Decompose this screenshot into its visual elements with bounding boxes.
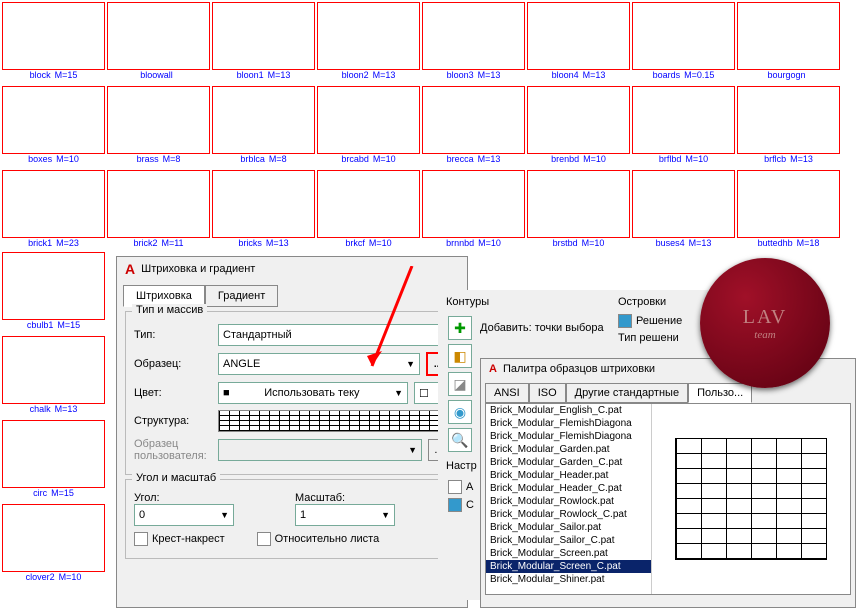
pattern-swatch[interactable]: chalkM=13 <box>2 336 105 418</box>
pattern-swatch[interactable]: brnnbdM=10 <box>422 170 525 252</box>
pattern-palette-dialog: A Палитра образцов штриховки ANSI ISO Др… <box>480 358 856 608</box>
pattern-swatch[interactable]: brkcfM=10 <box>317 170 420 252</box>
pattern-swatch[interactable]: brick1M=23 <box>2 170 105 252</box>
user-pattern-combo: ▼ <box>218 439 422 461</box>
add-pick-points-button[interactable]: ✚ <box>448 316 472 340</box>
list-item[interactable]: Brick_Modular_Sailor.pat <box>486 521 651 534</box>
pattern-swatch[interactable]: brflbdM=10 <box>632 86 735 168</box>
group-type: Тип и массив <box>132 304 207 316</box>
scale-input[interactable]: 1▼ <box>295 504 395 526</box>
color-label: Цвет: <box>134 387 212 399</box>
pattern-swatch[interactable]: breccaM=13 <box>422 86 525 168</box>
list-item[interactable]: Brick_Modular_Header_C.pat <box>486 482 651 495</box>
app-icon: A <box>125 261 135 277</box>
user-pattern-label: Образец пользователя: <box>134 438 212 462</box>
view-selection-button[interactable]: 🔍 <box>448 428 472 452</box>
type-combo[interactable]: Стандартный▼ <box>218 324 450 346</box>
tab-ansi[interactable]: ANSI <box>485 383 529 403</box>
list-item[interactable]: Brick_Modular_Header.pat <box>486 469 651 482</box>
list-item[interactable]: Brick_Modular_Rowlock_C.pat <box>486 508 651 521</box>
pattern-swatch[interactable]: brblcaM=8 <box>212 86 315 168</box>
pattern-swatch[interactable]: circM=15 <box>2 420 105 502</box>
angle-label: Угол: <box>134 492 289 504</box>
list-item[interactable]: Brick_Modular_Shiner.pat <box>486 573 651 586</box>
add-pick-points-label: Добавить: точки выбора <box>480 322 604 334</box>
tab-custom[interactable]: Пользо... <box>688 383 752 403</box>
list-item[interactable]: Brick_Modular_FlemishDiagona <box>486 430 651 443</box>
pattern-combo[interactable]: ANGLE▼ <box>218 353 420 375</box>
pattern-swatch[interactable]: brstbdM=10 <box>527 170 630 252</box>
pattern-swatch[interactable]: blockM=15 <box>2 2 105 84</box>
pattern-swatch[interactable]: clover2M=10 <box>2 504 105 586</box>
hatch-dialog: A Штриховка и градиент Штриховка Градиен… <box>116 256 468 608</box>
dialog-title: Штриховка и градиент <box>141 263 255 275</box>
add-select-button[interactable]: ◧ <box>448 344 472 368</box>
pattern-swatch[interactable]: cbulb1M=15 <box>2 252 105 334</box>
palette-title: Палитра образцов штриховки <box>503 363 655 375</box>
pattern-swatch[interactable]: bourgogn <box>737 2 840 84</box>
pattern-swatch[interactable]: brflcbM=13 <box>737 86 840 168</box>
chevron-down-icon: ▼ <box>406 359 415 369</box>
list-item[interactable]: Brick_Modular_English_C.pat <box>486 404 651 417</box>
list-item[interactable]: Brick_Modular_Sailor_C.pat <box>486 534 651 547</box>
assoc-checkbox[interactable]: С <box>448 498 474 512</box>
group-angle: Угол и масштаб <box>132 472 220 484</box>
pattern-swatch[interactable]: bloon4M=13 <box>527 2 630 84</box>
structure-preview[interactable] <box>218 410 450 432</box>
pattern-swatch[interactable]: brcabdM=10 <box>317 86 420 168</box>
pattern-swatch[interactable]: brenbdM=10 <box>527 86 630 168</box>
list-item[interactable]: Brick_Modular_Screen.pat <box>486 547 651 560</box>
annot-checkbox[interactable]: А <box>448 480 473 494</box>
pattern-swatch[interactable]: buses4M=13 <box>632 170 735 252</box>
pattern-preview <box>652 404 850 594</box>
pattern-swatch[interactable]: bloon1M=13 <box>212 2 315 84</box>
tab-gradient[interactable]: Градиент <box>205 285 278 307</box>
list-item[interactable]: Brick_Modular_Rowlock.pat <box>486 495 651 508</box>
angle-input[interactable]: 0▼ <box>134 504 234 526</box>
pattern-swatch[interactable]: bloon2M=13 <box>317 2 420 84</box>
pattern-swatch[interactable]: boxesM=10 <box>2 86 105 168</box>
pattern-swatch[interactable]: brassM=8 <box>107 86 210 168</box>
pattern-swatch[interactable]: brick2M=11 <box>107 170 210 252</box>
app-icon: A <box>489 363 497 375</box>
list-item[interactable]: Brick_Modular_Garden.pat <box>486 443 651 456</box>
pattern-swatch[interactable]: bloowall <box>107 2 210 84</box>
list-item[interactable]: Brick_Modular_Screen_C.pat <box>486 560 651 573</box>
color-combo[interactable]: ■ Использовать теку▼ <box>218 382 408 404</box>
tab-iso[interactable]: ISO <box>529 383 566 403</box>
list-item[interactable]: Brick_Modular_Garden_C.pat <box>486 456 651 469</box>
scale-label: Масштаб: <box>295 492 450 504</box>
remove-boundary-button[interactable]: ◪ <box>448 372 472 396</box>
list-item[interactable]: Brick_Modular_FlemishDiagona <box>486 417 651 430</box>
watermark-seal: LAV team <box>700 258 830 388</box>
pattern-swatch[interactable]: bloon3M=13 <box>422 2 525 84</box>
pattern-list[interactable]: Brick_Modular_English_C.patBrick_Modular… <box>486 404 652 594</box>
pattern-swatch[interactable]: boardsM=0.15 <box>632 2 735 84</box>
struct-label: Структура: <box>134 415 212 427</box>
tab-other[interactable]: Другие стандартные <box>566 383 688 403</box>
chevron-down-icon: ▼ <box>394 388 403 398</box>
recreate-boundary-button[interactable]: ◉ <box>448 400 472 424</box>
pattern-swatch[interactable]: bricksM=13 <box>212 170 315 252</box>
double-hatch-checkbox[interactable]: Крест-накрест <box>134 532 225 546</box>
brick-preview <box>675 438 827 560</box>
pattern-swatch[interactable]: buttedhbM=18 <box>737 170 840 252</box>
relative-paper-checkbox[interactable]: Относительно листа <box>257 532 380 546</box>
pattern-label: Образец: <box>134 358 212 370</box>
type-label: Тип: <box>134 329 212 341</box>
